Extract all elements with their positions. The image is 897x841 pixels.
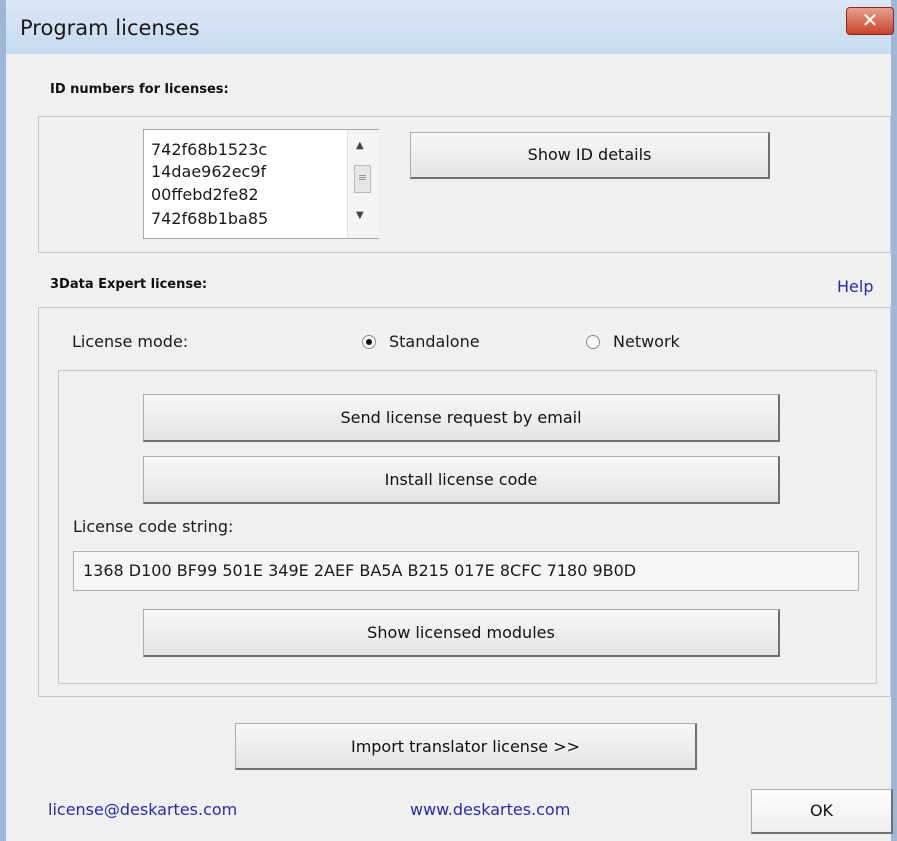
list-item[interactable]: 00ffebd2fe82 xyxy=(151,185,259,204)
import-translator-license-button[interactable]: Import translator license >> xyxy=(235,723,697,770)
network-label[interactable]: Network xyxy=(613,332,680,351)
email-link[interactable]: license@deskartes.com xyxy=(48,800,237,819)
help-link[interactable]: Help xyxy=(837,277,873,296)
scroll-thumb[interactable]: ≡ xyxy=(354,165,371,193)
window-title: Program licenses xyxy=(20,16,200,40)
standalone-radio[interactable] xyxy=(362,335,376,349)
expert-section-label: 3Data Expert license: xyxy=(50,277,208,292)
license-code-string-field[interactable]: 1368 D100 BF99 501E 349E 2AEF BA5A B215 … xyxy=(73,551,859,591)
send-license-request-button[interactable]: Send license request by email xyxy=(143,394,780,442)
license-code-string-label: License code string: xyxy=(73,517,234,536)
install-license-code-button[interactable]: Install license code xyxy=(143,456,780,504)
id-listbox[interactable]: 742f68b1523c 14dae962ec9f 00ffebd2fe82 7… xyxy=(143,129,379,239)
id-section-label: ID numbers for licenses: xyxy=(50,82,229,97)
ok-button[interactable]: OK xyxy=(751,789,893,834)
list-item[interactable]: 742f68b1ba85 xyxy=(151,209,268,228)
close-icon: ✕ xyxy=(861,8,879,32)
license-mode-label: License mode: xyxy=(72,332,189,351)
listbox-scrollbar[interactable]: ▲ ≡ ▼ xyxy=(347,130,379,238)
list-item[interactable]: 742f68b1523c xyxy=(151,140,267,159)
list-item[interactable]: 14dae962ec9f xyxy=(151,162,266,181)
radio-dot xyxy=(366,339,372,345)
program-licenses-dialog: Program licenses ✕ ID numbers for licens… xyxy=(0,0,897,841)
scroll-up-icon[interactable]: ▲ xyxy=(356,140,364,151)
scroll-down-icon[interactable]: ▼ xyxy=(356,210,364,221)
show-id-details-button[interactable]: Show ID details xyxy=(410,132,770,179)
close-button[interactable]: ✕ xyxy=(846,7,894,35)
website-link[interactable]: www.deskartes.com xyxy=(410,800,570,819)
standalone-label[interactable]: Standalone xyxy=(389,332,480,351)
network-radio[interactable] xyxy=(586,335,600,349)
show-licensed-modules-button[interactable]: Show licensed modules xyxy=(143,609,780,657)
title-bar: Program licenses ✕ xyxy=(6,0,894,54)
